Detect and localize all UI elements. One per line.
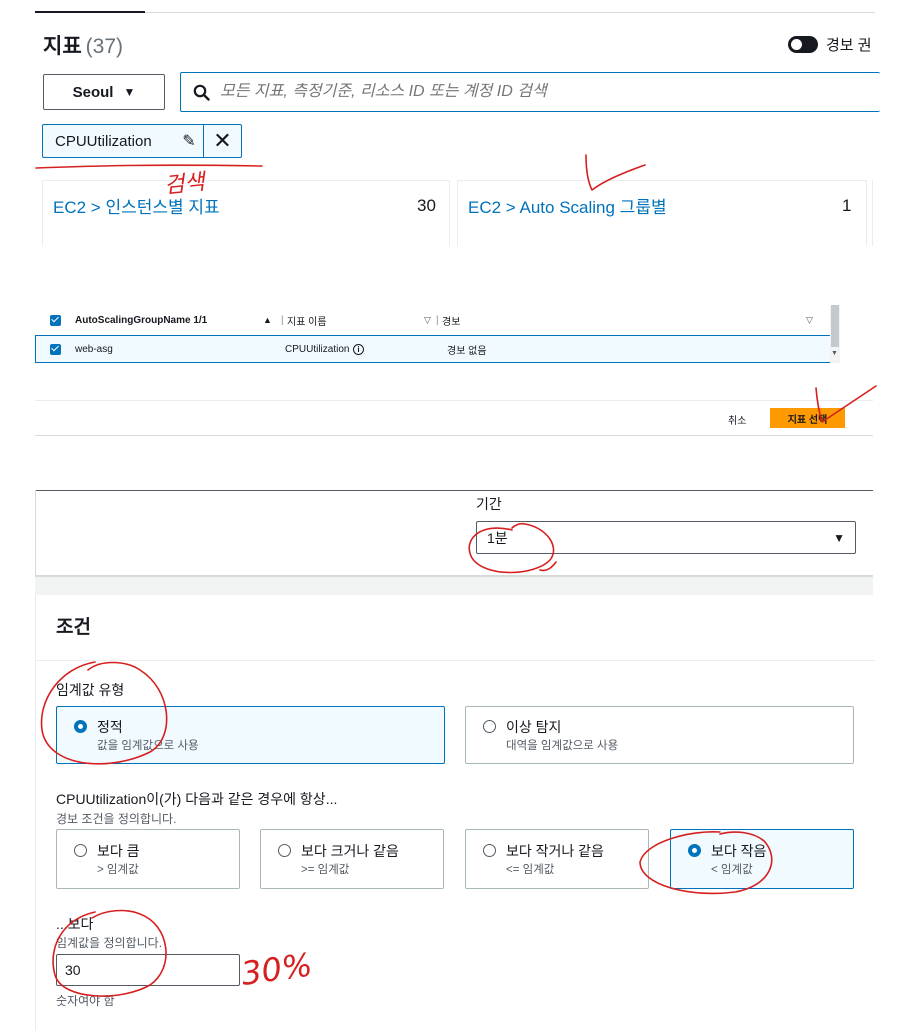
scrollbar-thumb[interactable] <box>831 305 839 347</box>
section-gap <box>35 577 873 595</box>
card-count: 1 <box>842 196 852 215</box>
threshold-type-anomaly[interactable]: 이상 탐지 대역을 임계값으로 사용 <box>465 706 854 764</box>
tile-label: 보다 크거나 같음 <box>301 843 399 859</box>
active-tab-indicator <box>35 11 145 13</box>
tile-desc: > 임계값 <box>97 864 139 876</box>
tile-desc: <= 임계값 <box>506 864 555 876</box>
table-header: AutoScalingGroupName 1/1 ▲ | 지표 이름 ▽ | 경… <box>35 307 832 333</box>
condition-label: CPUUtilization이(가) 다음과 같은 경우에 항상... <box>56 791 338 807</box>
section-edge <box>35 490 36 576</box>
threshold-hint: 숫자여야 함 <box>56 994 115 1008</box>
condition-desc: 경보 조건을 정의합니다. <box>56 812 177 826</box>
sort-icon[interactable]: ▽ <box>806 315 813 326</box>
period-label: 기간 <box>476 496 502 512</box>
select-metric-button[interactable]: 지표 선택 <box>770 408 845 428</box>
tile-label: 보다 작거나 같음 <box>506 843 604 859</box>
close-icon[interactable]: ✕ <box>203 125 241 157</box>
operator-greater-equal[interactable]: 보다 크거나 같음 >= 임계값 <box>260 829 444 889</box>
column-header-metric[interactable]: 지표 이름 <box>287 313 424 328</box>
cell-metric: CPUUtilization <box>285 343 350 355</box>
region-dropdown[interactable]: Seoul ▼ <box>43 74 165 110</box>
radio-static[interactable] <box>74 720 87 733</box>
tile-label: 보다 작음 <box>711 843 767 859</box>
underline-stroke <box>35 164 263 169</box>
metrics-count: (37) <box>85 35 123 58</box>
than-desc: 임계값을 정의합니다. <box>56 936 163 950</box>
metric-card-ec2-asg[interactable]: EC2 > Auto Scaling 그룹별 1 <box>457 180 867 246</box>
column-header-alarm[interactable]: 경보 <box>442 313 806 328</box>
metric-card-ec2-instance[interactable]: EC2 > 인스턴스별 지표 30 <box>42 180 450 246</box>
than-label: ...보다 <box>56 916 94 932</box>
tile-desc: >= 임계값 <box>301 864 350 876</box>
filter-token: CPUUtilization ✎ ✕ <box>42 124 242 158</box>
tile-desc: < 임계값 <box>711 864 753 876</box>
tab-divider <box>35 12 875 13</box>
tile-label: 이상 탐지 <box>506 719 562 735</box>
radio-greater[interactable] <box>74 844 87 857</box>
period-value: 1분 <box>487 529 508 546</box>
card-count: 30 <box>417 196 436 215</box>
section-divider <box>35 490 873 491</box>
metrics-header: 지표 (37) <box>43 30 123 60</box>
alarm-toggle-label: 경보 권 <box>826 37 872 54</box>
radio-less-equal[interactable] <box>483 844 496 857</box>
threshold-input[interactable] <box>56 954 240 986</box>
sort-asc-icon[interactable]: ▲ <box>263 315 281 325</box>
row-checkbox[interactable] <box>50 343 61 355</box>
page-title: 지표 <box>43 35 82 58</box>
column-header-asg[interactable]: AutoScalingGroupName 1/1 <box>75 315 263 326</box>
threshold-type-label: 임계값 유형 <box>56 682 125 698</box>
tile-label: 정적 <box>97 719 123 735</box>
operator-less[interactable]: 보다 작음 < 임계값 <box>670 829 854 889</box>
table-row[interactable]: web-asg CPUUtilization i 경보 없음 <box>35 335 832 363</box>
period-select[interactable]: 1분 ▼ <box>476 521 856 554</box>
select-all-checkbox[interactable] <box>50 314 61 326</box>
cell-asg: web-asg <box>75 343 113 355</box>
tail-stroke <box>539 561 557 572</box>
metric-search[interactable] <box>180 72 880 112</box>
operator-greater[interactable]: 보다 큼 > 임계값 <box>56 829 240 889</box>
card-link[interactable]: EC2 > 인스턴스별 지표 <box>53 193 220 218</box>
radio-anomaly[interactable] <box>483 720 496 733</box>
caret-down-icon: ▼ <box>123 85 136 99</box>
radio-greater-equal[interactable] <box>278 844 291 857</box>
operator-less-equal[interactable]: 보다 작거나 같음 <= 임계값 <box>465 829 649 889</box>
tile-desc: 값을 임계값으로 사용 <box>97 740 199 752</box>
edit-icon[interactable]: ✎ <box>175 131 203 151</box>
search-icon <box>193 84 210 101</box>
conditions-divider <box>35 660 875 661</box>
footer-divider <box>35 435 873 436</box>
conditions-title: 조건 <box>56 617 91 638</box>
region-label: Seoul <box>72 83 114 101</box>
search-input[interactable] <box>220 83 860 101</box>
tile-label: 보다 큼 <box>97 843 140 859</box>
token-label: CPUUtilization <box>55 132 152 150</box>
cancel-button[interactable]: 취소 <box>728 412 746 427</box>
scroll-down-icon[interactable]: ▼ <box>831 350 838 357</box>
info-icon[interactable]: i <box>353 343 447 355</box>
sort-icon[interactable]: ▽ <box>424 315 436 326</box>
card-edge <box>872 180 873 246</box>
threshold-type-static[interactable]: 정적 값을 임계값으로 사용 <box>56 706 445 764</box>
radio-less[interactable] <box>688 844 701 857</box>
caret-down-icon: ▼ <box>833 530 845 545</box>
footer-divider <box>35 400 873 401</box>
cell-alarm: 경보 없음 <box>447 345 487 357</box>
card-link[interactable]: EC2 > Auto Scaling 그룹별 <box>468 193 667 218</box>
tile-desc: 대역을 임계값으로 사용 <box>506 740 619 752</box>
alarm-toggle[interactable] <box>788 36 818 53</box>
